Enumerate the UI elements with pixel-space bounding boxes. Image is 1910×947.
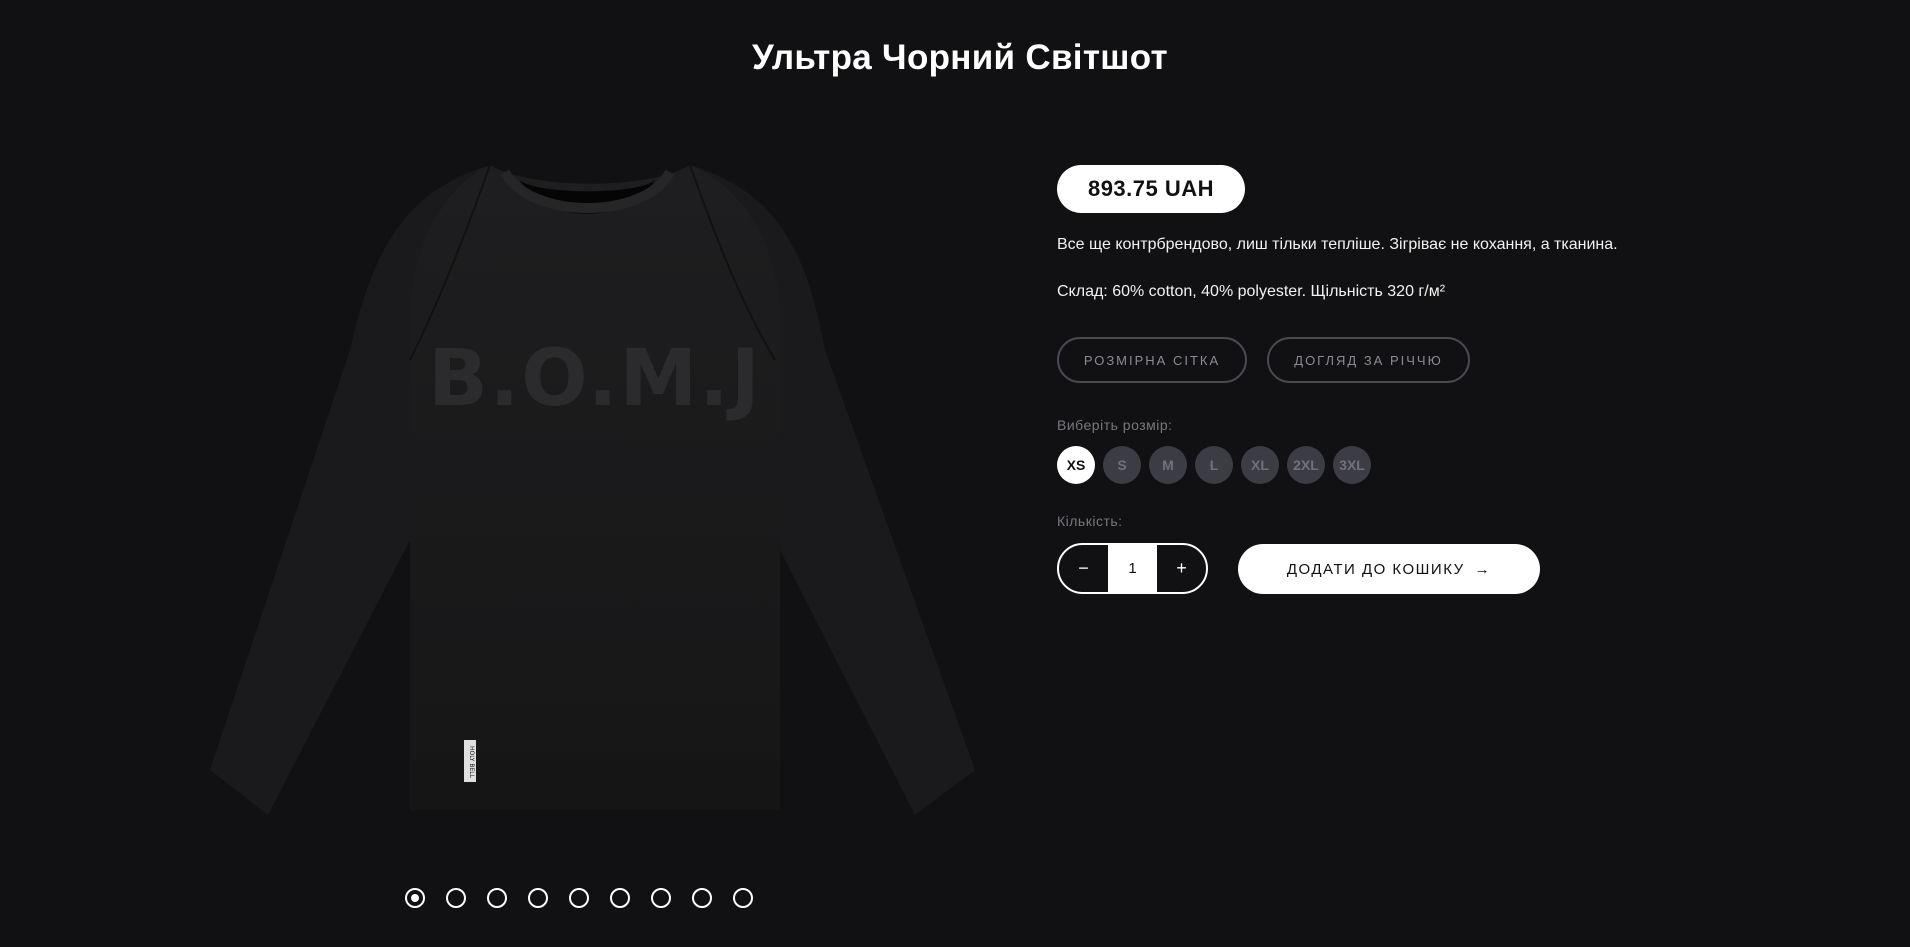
size-option-2xl[interactable]: 2XL	[1287, 446, 1325, 484]
product-composition: Склад: 60% cotton, 40% polyester. Щільні…	[1057, 283, 1446, 300]
size-label: Виберіть розмір:	[1057, 417, 1173, 433]
quantity-label: Кількість:	[1057, 513, 1123, 529]
size-option-xs[interactable]: XS	[1057, 446, 1095, 484]
size-selector: XS S M L XL 2XL 3XL	[1057, 446, 1371, 484]
gallery-dot-3[interactable]	[487, 888, 507, 908]
arrow-right-icon: →	[1474, 560, 1492, 578]
brand-tag-text: HOLY BELL	[468, 746, 475, 779]
gallery-dot-9[interactable]	[733, 888, 753, 908]
add-to-cart-label: ДОДАТИ ДО КОШИКУ	[1286, 560, 1465, 578]
gallery-dot-7[interactable]	[651, 888, 671, 908]
gallery-dot-5[interactable]	[569, 888, 589, 908]
size-option-m[interactable]: M	[1149, 446, 1187, 484]
size-option-s[interactable]: S	[1103, 446, 1141, 484]
gallery-dot-4[interactable]	[528, 888, 548, 908]
gallery-dot-2[interactable]	[446, 888, 466, 908]
add-to-cart-button[interactable]: ДОДАТИ ДО КОШИКУ →	[1238, 544, 1540, 594]
quantity-input[interactable]	[1108, 545, 1157, 592]
gallery-dot-1[interactable]	[405, 888, 425, 908]
product-image[interactable]: B.O.M.J HOLY BELL	[200, 150, 980, 830]
size-option-l[interactable]: L	[1195, 446, 1233, 484]
price-badge: 893.75 UAH	[1057, 165, 1245, 213]
quantity-decrease-button[interactable]: −	[1059, 545, 1108, 592]
page-title: Ультра Чорний Світшот	[752, 38, 1168, 77]
gallery-pagination	[405, 888, 753, 908]
size-option-3xl[interactable]: 3XL	[1333, 446, 1371, 484]
gallery-dot-6[interactable]	[610, 888, 630, 908]
care-instructions-button[interactable]: ДОГЛЯД ЗА РІЧЧЮ	[1267, 337, 1470, 383]
sweatshirt-body	[410, 165, 780, 810]
print-text: B.O.M.J	[428, 334, 762, 424]
sweatshirt-illustration: B.O.M.J HOLY BELL	[210, 164, 975, 815]
size-chart-button[interactable]: РОЗМІРНА СІТКА	[1057, 337, 1247, 383]
product-description: Все ще контрбрендово, лиш тільки тепліше…	[1057, 236, 1618, 253]
gallery-dot-8[interactable]	[692, 888, 712, 908]
quantity-increase-button[interactable]: +	[1157, 545, 1206, 592]
quantity-stepper: − +	[1057, 543, 1208, 594]
size-option-xl[interactable]: XL	[1241, 446, 1279, 484]
